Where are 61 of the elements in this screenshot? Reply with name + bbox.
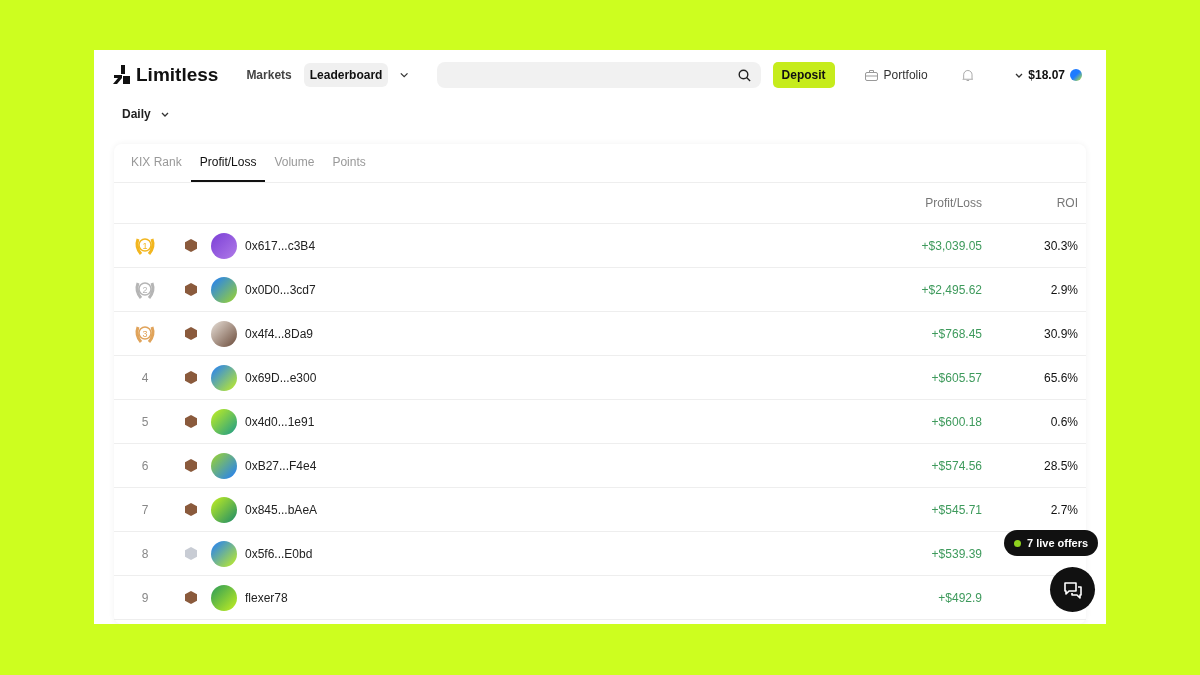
profit-value: +$768.45: [930, 326, 982, 341]
user-name[interactable]: 0x4d0...1e91: [245, 414, 832, 429]
avatar: [211, 540, 237, 567]
avatar: [211, 232, 237, 259]
profit-value: +$539.39: [930, 546, 982, 561]
period-dropdown[interactable]: Daily: [116, 106, 175, 122]
chat-icon: [1062, 580, 1083, 599]
profit-value: +$2,495.62: [920, 282, 982, 297]
user-name[interactable]: 0x617...c3B4: [245, 238, 832, 253]
rank-number: 5: [141, 414, 149, 429]
column-header: Profit/Loss: [924, 196, 982, 210]
nav-link[interactable]: Markets: [240, 63, 298, 87]
rank-number: 8: [141, 546, 149, 561]
avatar: [211, 408, 237, 435]
chevron-down-icon: [160, 111, 169, 117]
wallet-avatar: [1070, 69, 1082, 81]
avatar: [211, 276, 237, 303]
user-name[interactable]: 0x845...bAeA: [245, 502, 832, 517]
rank-number: 9: [141, 590, 149, 605]
roi-value: 2.9%: [1050, 282, 1078, 297]
avatar: [211, 496, 237, 523]
profit-value: +$605.57: [930, 370, 982, 385]
avatar: [211, 364, 237, 391]
user-name[interactable]: 0x5f6...E0bd: [245, 546, 832, 561]
profit-value: +$492.9: [937, 590, 982, 605]
rank-number: 7: [141, 502, 149, 517]
briefcase-icon: [864, 69, 878, 81]
avatar: [211, 452, 237, 479]
profit-value: +$3,039.05: [920, 238, 982, 253]
avatar: [211, 584, 237, 611]
deposit-button[interactable]: Deposit: [772, 62, 835, 88]
roi-value: 30.9%: [1043, 326, 1078, 341]
live-offers-button[interactable]: 7 live offers: [1004, 530, 1099, 556]
balance-button[interactable]: $18.07: [1009, 67, 1088, 83]
status-dot: [1014, 539, 1021, 547]
user-name[interactable]: 0xB27...F4e4: [245, 458, 832, 473]
profit-value: +$600.18: [930, 414, 982, 429]
roi-value: 30.3%: [1043, 238, 1078, 253]
user-name[interactable]: 0x4f4...8Da9: [245, 326, 832, 341]
roi-value: 0.6%: [1050, 414, 1078, 429]
roi-value: 2.7%: [1050, 502, 1078, 517]
tab[interactable]: Profit/Loss: [190, 144, 266, 182]
chevron-down-icon: [1015, 72, 1024, 78]
column-header: ROI: [1055, 196, 1078, 210]
chevron-down-icon[interactable]: [400, 72, 409, 78]
user-name[interactable]: flexer78: [245, 590, 832, 605]
profit-value: +$574.56: [930, 458, 982, 473]
logo-icon: [112, 65, 132, 85]
profit-value: +$545.71: [930, 502, 982, 517]
rank-number: 6: [141, 458, 149, 473]
portfolio-link[interactable]: Portfolio: [858, 67, 934, 83]
search-icon[interactable]: [737, 68, 751, 82]
rank-number: 4: [141, 370, 149, 385]
search-field[interactable]: [436, 62, 761, 88]
logo-text: Limitless: [136, 64, 219, 86]
nav-link[interactable]: Leaderboard: [303, 63, 389, 87]
roi-value: 28.5%: [1043, 458, 1078, 473]
roi-value: 65.6%: [1043, 370, 1078, 385]
user-name[interactable]: 0x69D...e300: [245, 370, 832, 385]
user-name[interactable]: 0x0D0...3cd7: [245, 282, 832, 297]
avatar: [211, 320, 237, 347]
